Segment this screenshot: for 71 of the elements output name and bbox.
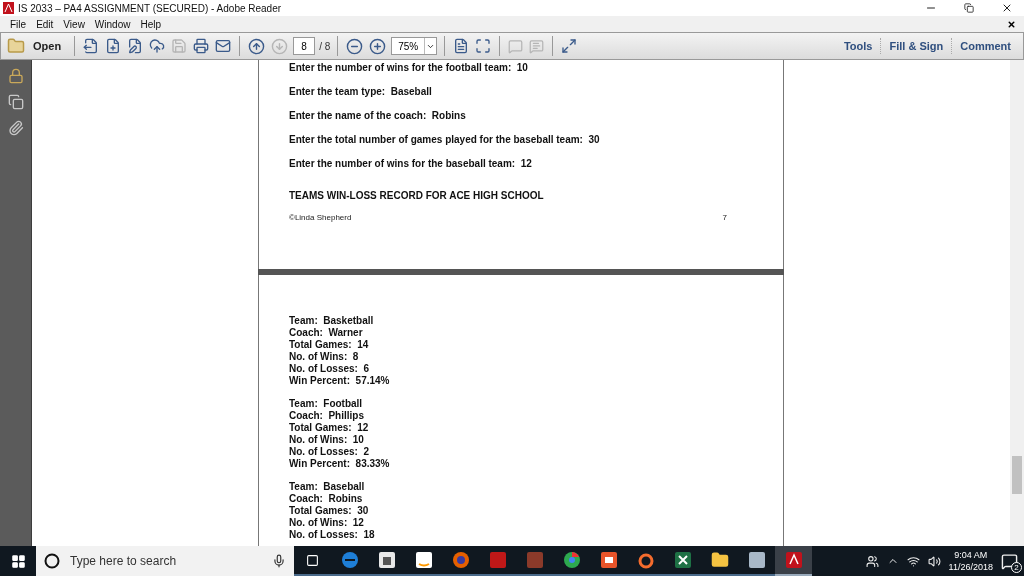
notification-count: 2 <box>1011 561 1022 573</box>
folder-icon <box>7 37 25 55</box>
record-line: Win Percent: 57.14% <box>289 375 391 387</box>
panel-tab[interactable]: Tools <box>835 38 881 54</box>
record-line: Team: Football <box>289 398 364 410</box>
menu-item[interactable]: File <box>5 18 32 30</box>
window-title: IS 2033 – PA4 ASSIGNMENT (SECURED) - Adobe Reader <box>18 2 283 14</box>
record-line: Coach: Warner <box>289 327 364 339</box>
arrow-up-icon[interactable] <box>247 36 267 56</box>
zoom-in-icon[interactable] <box>368 36 388 56</box>
panel-tab[interactable]: Fill & Sign <box>880 38 952 54</box>
page-number-field[interactable]: 8 <box>293 37 316 55</box>
paperclip-icon[interactable] <box>7 120 24 136</box>
open-button[interactable]: Open <box>5 37 68 55</box>
record-line: No. of Wins: 8 <box>289 351 360 363</box>
menu-item[interactable]: View <box>58 18 90 30</box>
menu-item[interactable]: Help <box>135 18 166 30</box>
volume-icon[interactable] <box>927 554 941 568</box>
search-icon <box>44 553 60 569</box>
people-icon[interactable] <box>865 554 879 568</box>
print-icon[interactable] <box>192 37 211 55</box>
windows-logo-icon <box>10 553 26 569</box>
shopping-bag-icon <box>377 551 396 569</box>
clock-time[interactable]: 9:04 AM <box>954 549 988 561</box>
record-line: Total Games: 14 <box>289 339 370 351</box>
pdf-reader-icon <box>784 551 803 569</box>
close-icon[interactable] <box>1007 19 1016 29</box>
record-line: No. of Losses: 18 <box>289 529 376 541</box>
record-line: Team: Basketball <box>289 315 375 327</box>
record-line: Coach: Robins <box>289 493 364 505</box>
record-line: No. of Losses: 2 <box>289 446 370 458</box>
microphone-icon[interactable] <box>272 554 286 568</box>
page-total: / 8 <box>319 40 331 52</box>
zoom-out-icon[interactable] <box>345 36 365 56</box>
document-heading: TEAMS WIN-LOSS RECORD FOR ACE HIGH SCHOOL <box>289 190 545 201</box>
wifi-icon[interactable] <box>906 554 920 568</box>
record-line: Team: Baseball <box>289 481 366 493</box>
menu-item[interactable]: Edit <box>31 18 59 30</box>
mail-icon[interactable] <box>214 37 233 55</box>
record-line: Win Percent: 83.33% <box>289 458 391 470</box>
fit-width-icon[interactable] <box>474 37 493 55</box>
record-line: Total Games: 12 <box>289 422 370 434</box>
record-line: No. of Wins: 12 <box>289 517 365 529</box>
document-text: Enter the number of wins for the football team: 10 <box>289 61 529 74</box>
pages-icon[interactable] <box>7 94 24 110</box>
lock-icon[interactable] <box>7 68 24 84</box>
search-field[interactable]: Type here to search <box>68 553 264 569</box>
taskbar-app[interactable] <box>775 546 812 576</box>
document-text: Enter the name of the coach: Robins <box>289 109 467 122</box>
scroll-thumb[interactable] <box>1012 456 1022 494</box>
copyright-text: ©Linda Shepherd <box>289 213 352 222</box>
record-line: No. of Wins: 10 <box>289 434 365 446</box>
menu-item[interactable]: Window <box>89 18 136 30</box>
document-text: Enter the number of wins for the baseball team: 12 <box>289 157 533 170</box>
record-line: No. of Losses: 6 <box>289 363 370 375</box>
record-line: Total Games: 30 <box>289 505 370 517</box>
fullscreen-icon[interactable] <box>560 37 579 55</box>
page-number: 7 <box>722 213 727 222</box>
spreadsheet-icon <box>673 551 692 569</box>
panel-tab[interactable]: Comment <box>951 38 1019 54</box>
document-text: Enter the total number of games played for the baseball team: 30 <box>289 133 601 146</box>
cloud-upload-icon[interactable] <box>148 37 167 55</box>
clock-date[interactable]: 11/26/2018 <box>948 561 993 573</box>
scrollbar[interactable] <box>1010 60 1024 546</box>
slides-icon <box>599 551 618 569</box>
zoom-dropdown[interactable]: 75% <box>391 37 438 55</box>
record-line: Coach: Phillips <box>289 410 365 422</box>
search-box[interactable]: Type here to search <box>36 546 294 576</box>
notification-icon[interactable] <box>1001 552 1018 570</box>
folder-icon <box>710 551 729 569</box>
document-text: Enter the team type: Baseball <box>289 85 433 98</box>
